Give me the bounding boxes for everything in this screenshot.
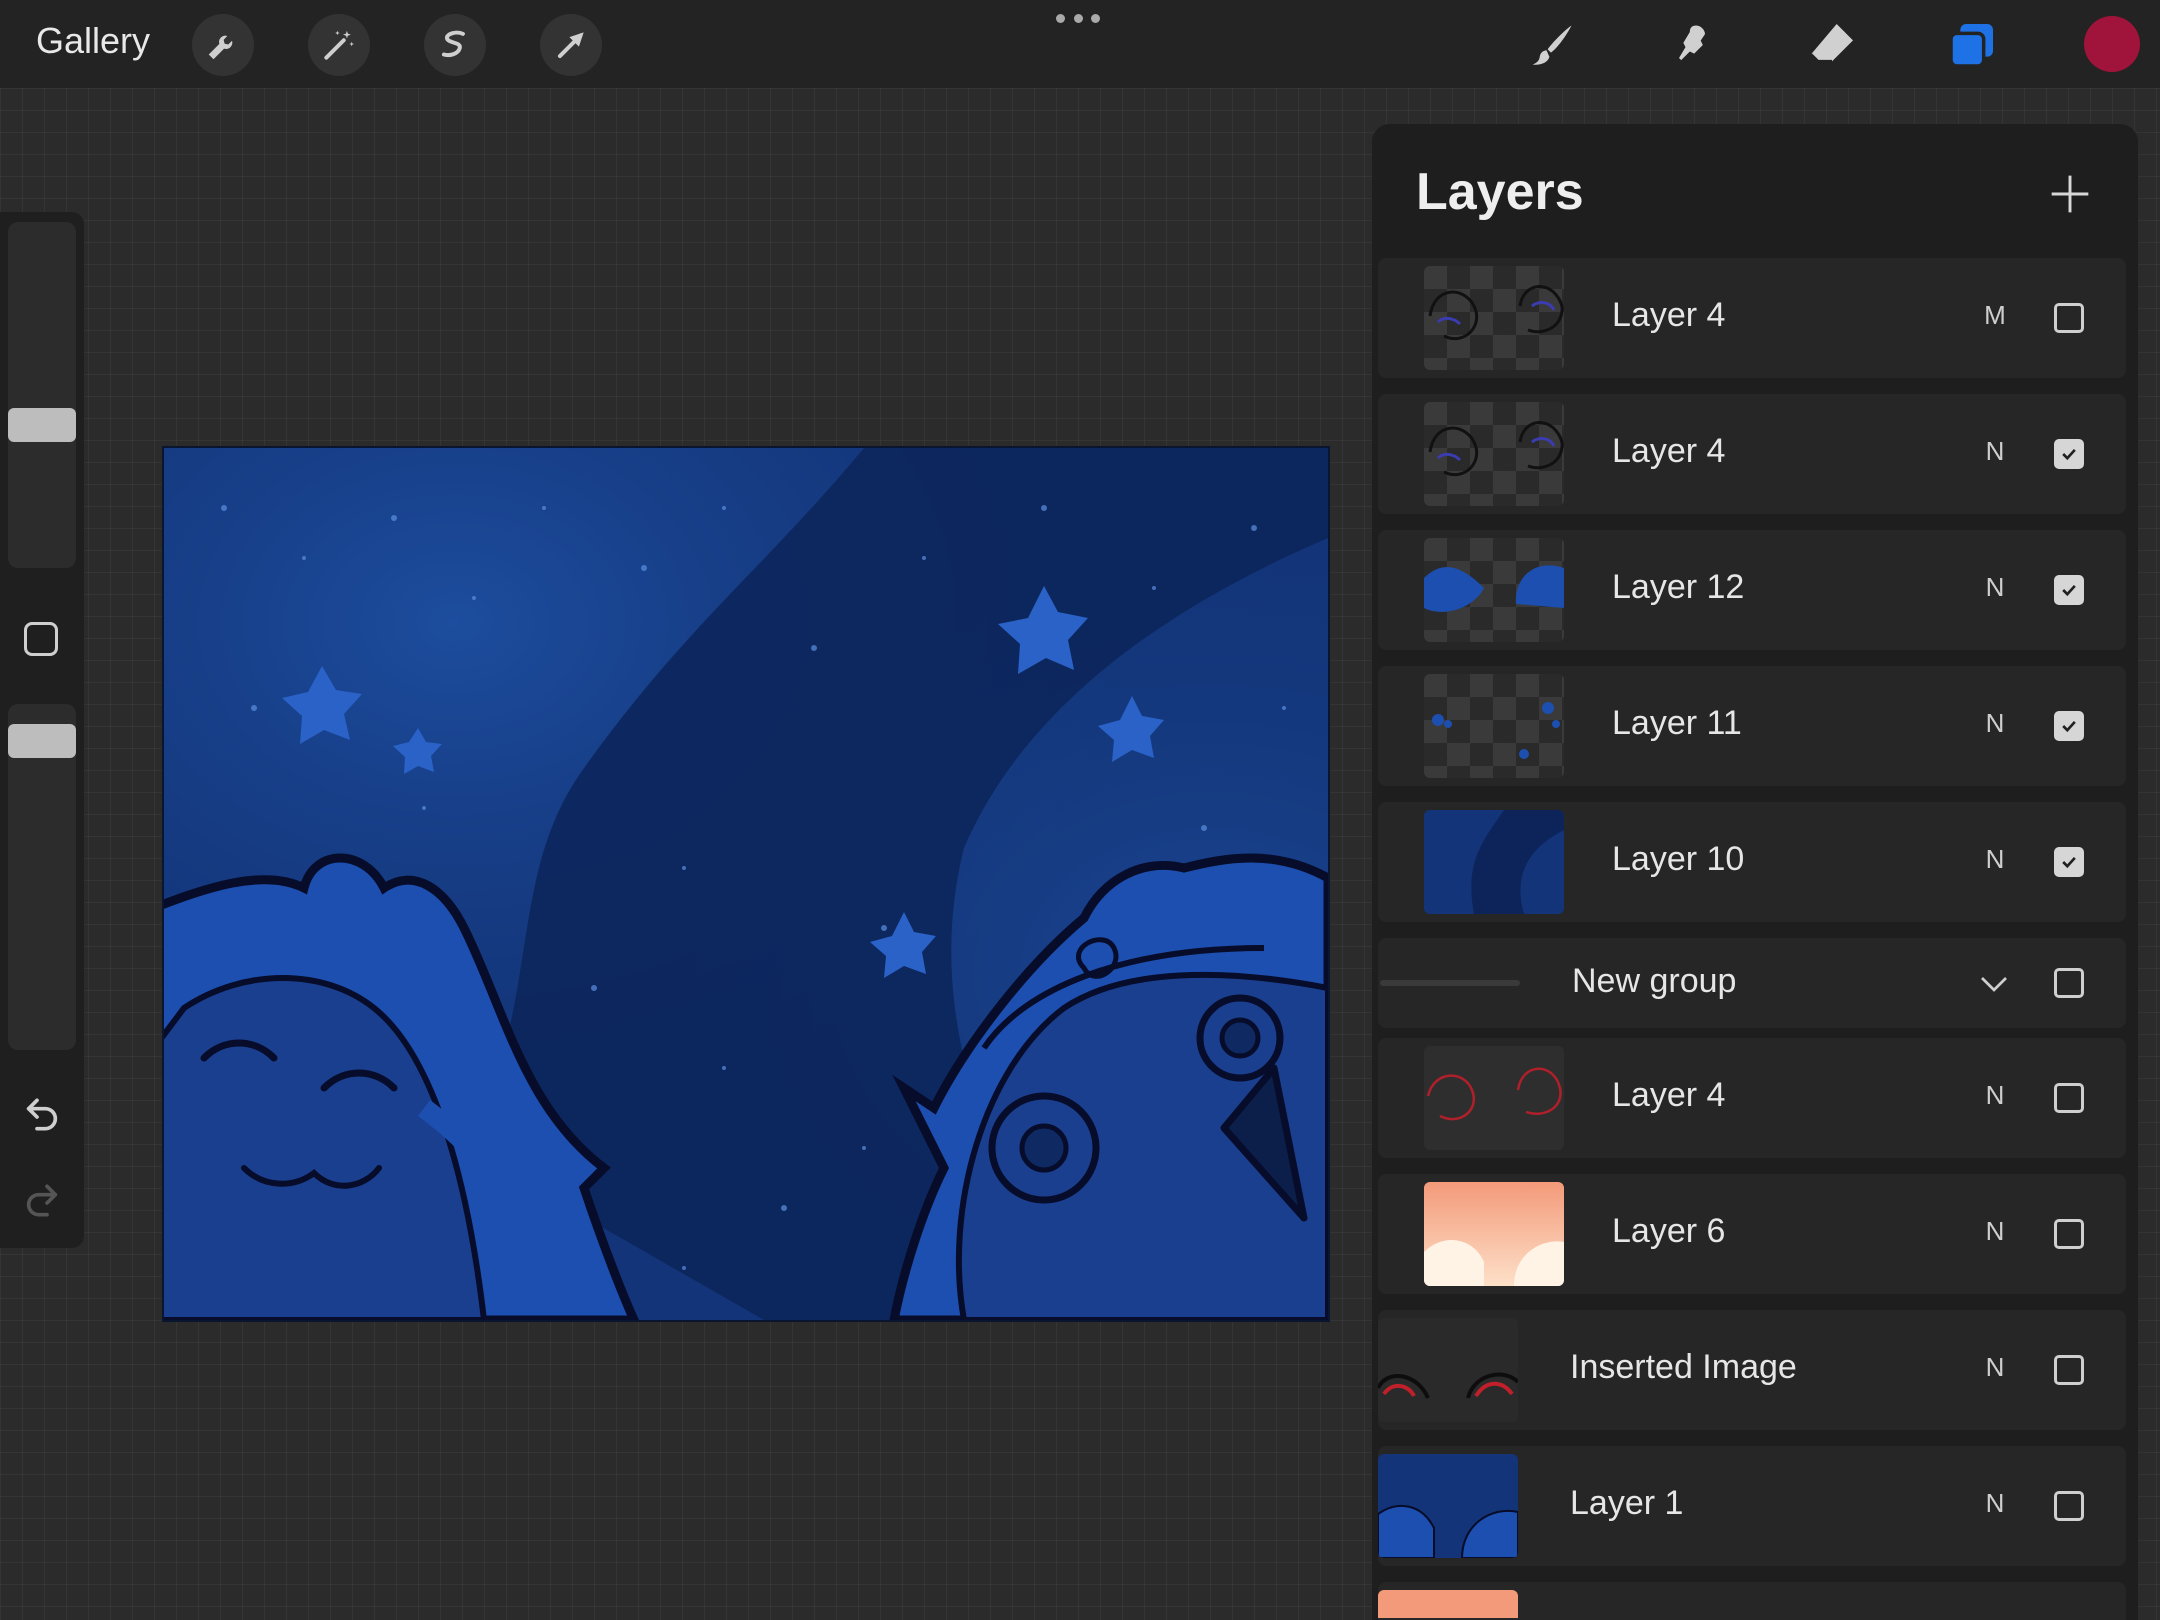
- layer-row[interactable]: Layer 4 N: [1378, 394, 2126, 514]
- layer-thumbnail: [1424, 810, 1564, 914]
- layers-icon[interactable]: [1940, 14, 2004, 76]
- layer-row[interactable]: Layer 12 N: [1378, 530, 2126, 650]
- layer-group-row[interactable]: New group: [1378, 938, 2126, 1028]
- layer-visibility-checkbox[interactable]: [2054, 575, 2084, 605]
- layers-panel: Layers Layer 4 M Layer 4 N Layer 12 N La…: [1372, 124, 2138, 1620]
- layer-name: Layer 10: [1612, 840, 1745, 878]
- wrench-icon[interactable]: [192, 14, 254, 76]
- group-visibility-checkbox[interactable]: [2054, 968, 2084, 998]
- layer-name: Layer 12: [1612, 568, 1745, 606]
- left-sidebar: [0, 212, 84, 1248]
- blend-mode-label[interactable]: N: [1980, 844, 2010, 875]
- layer-row[interactable]: Layer 6 N: [1378, 1174, 2126, 1294]
- blend-mode-label[interactable]: N: [1980, 1488, 2010, 1519]
- top-toolbar: Gallery: [0, 0, 2160, 88]
- layer-thumbnail: [1424, 1182, 1564, 1286]
- blend-mode-label[interactable]: M: [1980, 300, 2010, 331]
- layer-thumbnail: [1424, 266, 1564, 370]
- layer-visibility-checkbox[interactable]: [2054, 1219, 2084, 1249]
- opacity-thumb[interactable]: [8, 724, 76, 758]
- layer-thumbnail: [1378, 1590, 1518, 1618]
- layer-name: Layer 6: [1612, 1212, 1726, 1250]
- layer-row[interactable]: Layer 11 N: [1378, 666, 2126, 786]
- brush-icon[interactable]: [1520, 14, 1584, 76]
- checkmark-icon: [2062, 584, 2076, 597]
- layer-thumbnail: [1424, 538, 1564, 642]
- add-layer-icon[interactable]: [2040, 164, 2100, 224]
- more-options-icon[interactable]: [1056, 14, 1100, 28]
- transform-arrow-icon[interactable]: [540, 14, 602, 76]
- artwork: [164, 448, 1328, 1320]
- blend-mode-label[interactable]: N: [1980, 708, 2010, 739]
- layer-row[interactable]: Layer 4 N: [1378, 1038, 2126, 1158]
- layer-name: Layer 1: [1570, 1484, 1684, 1522]
- layer-thumbnail: [1378, 1318, 1518, 1422]
- layer-name: Inserted Image: [1570, 1348, 1797, 1386]
- layer-row[interactable]: Inserted Image N: [1378, 1310, 2126, 1430]
- blend-mode-label[interactable]: N: [1980, 1352, 2010, 1383]
- layer-thumbnail: [1424, 1046, 1564, 1150]
- brush-size-thumb[interactable]: [8, 408, 76, 442]
- undo-icon[interactable]: [20, 1090, 64, 1134]
- layer-name: Layer 4: [1612, 1076, 1726, 1114]
- smudge-icon[interactable]: [1660, 14, 1724, 76]
- blend-mode-label[interactable]: N: [1980, 572, 2010, 603]
- group-indicator: [1380, 980, 1520, 986]
- gallery-button[interactable]: Gallery: [36, 20, 150, 62]
- layer-visibility-checkbox[interactable]: [2054, 439, 2084, 469]
- modifier-square-icon[interactable]: [24, 622, 58, 656]
- eraser-icon[interactable]: [1800, 14, 1864, 76]
- layer-visibility-checkbox[interactable]: [2054, 847, 2084, 877]
- layers-panel-title: Layers: [1416, 163, 1584, 221]
- layer-visibility-checkbox[interactable]: [2054, 1491, 2084, 1521]
- layer-row[interactable]: Layer 1 N: [1378, 1446, 2126, 1566]
- layer-row[interactable]: [1378, 1582, 2126, 1620]
- drawing-canvas[interactable]: [162, 446, 1330, 1322]
- magic-wand-icon[interactable]: [308, 14, 370, 76]
- blend-mode-label[interactable]: N: [1980, 1080, 2010, 1111]
- color-swatch[interactable]: [2084, 16, 2140, 72]
- blend-mode-label[interactable]: N: [1980, 436, 2010, 467]
- layer-row[interactable]: Layer 10 N: [1378, 802, 2126, 922]
- redo-icon[interactable]: [20, 1176, 64, 1220]
- layer-thumbnail: [1424, 674, 1564, 778]
- layer-row[interactable]: Layer 4 M: [1378, 258, 2126, 378]
- group-name: New group: [1572, 962, 1737, 1000]
- layer-visibility-checkbox[interactable]: [2054, 1083, 2084, 1113]
- layer-visibility-checkbox[interactable]: [2054, 303, 2084, 333]
- layer-thumbnail: [1378, 1454, 1518, 1558]
- layer-name: Layer 4: [1612, 432, 1726, 470]
- layer-name: Layer 11: [1612, 704, 1742, 742]
- selection-icon[interactable]: [424, 14, 486, 76]
- checkmark-icon: [2062, 720, 2076, 733]
- blend-mode-label[interactable]: N: [1980, 1216, 2010, 1247]
- layer-thumbnail: [1424, 402, 1564, 506]
- brush-size-slider[interactable]: [8, 222, 76, 568]
- layer-name: Layer 4: [1612, 296, 1726, 334]
- checkmark-icon: [2062, 448, 2076, 461]
- checkmark-icon: [2062, 856, 2076, 869]
- chevron-down-icon[interactable]: [1976, 966, 2012, 1002]
- layer-visibility-checkbox[interactable]: [2054, 711, 2084, 741]
- layer-visibility-checkbox[interactable]: [2054, 1355, 2084, 1385]
